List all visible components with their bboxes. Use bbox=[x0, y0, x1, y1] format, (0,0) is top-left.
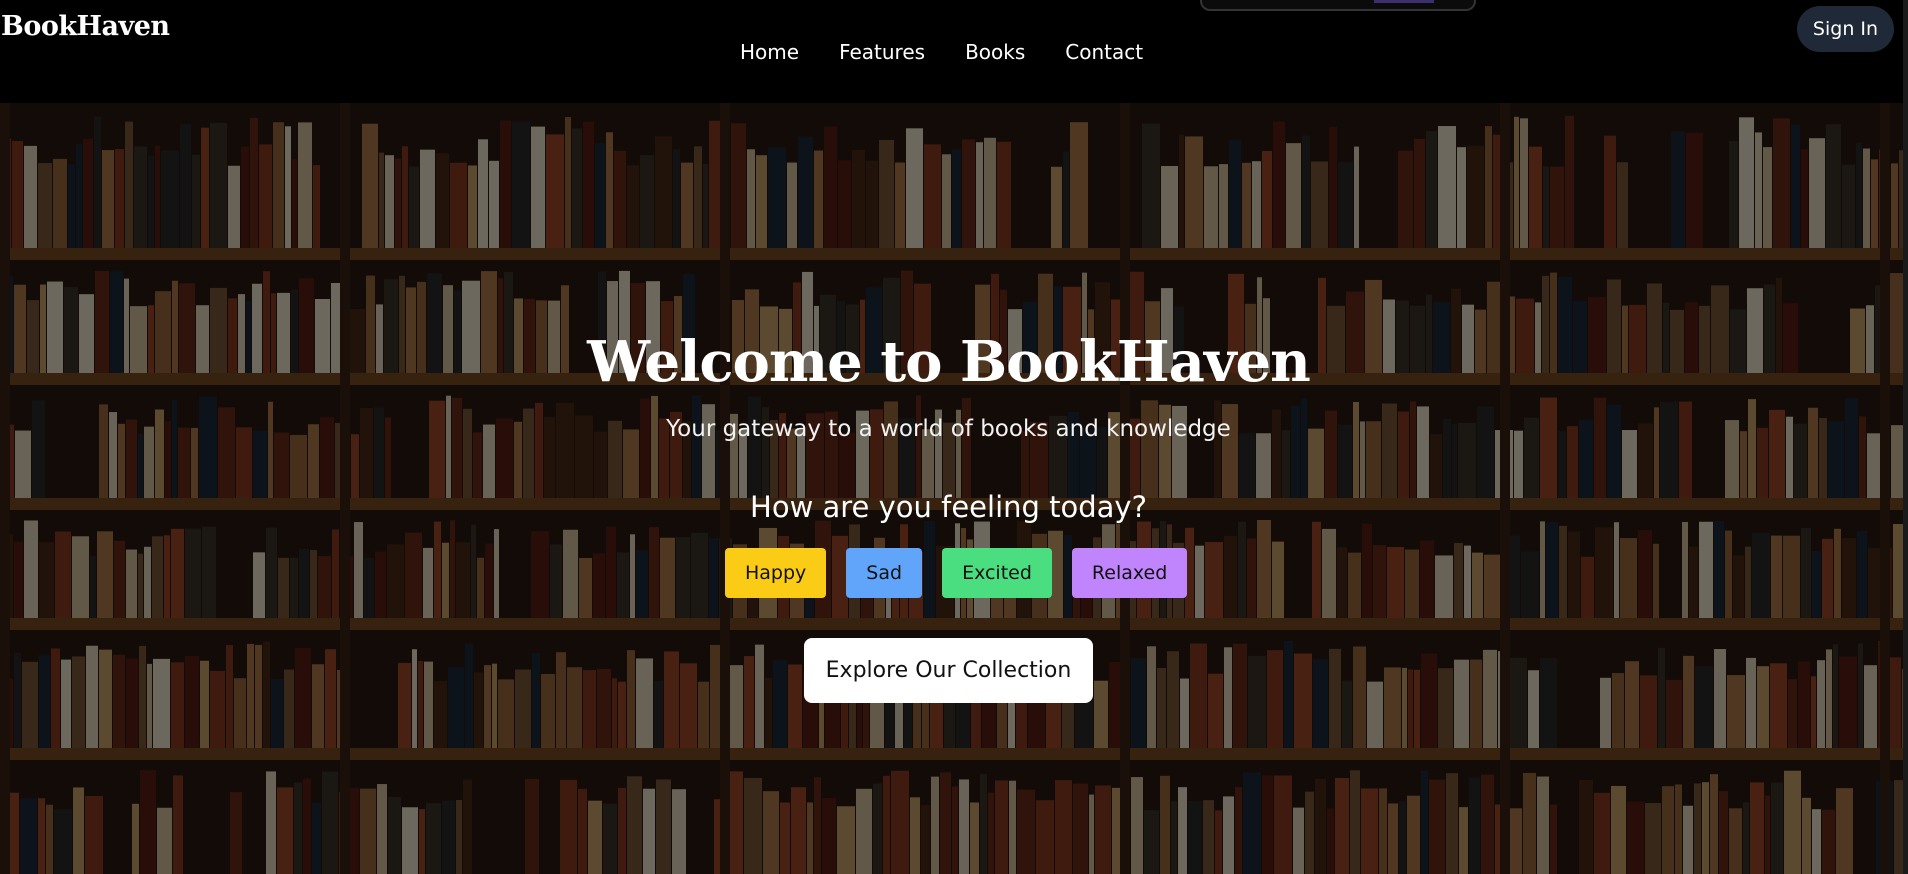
hero-title: Welcome to BookHaven bbox=[587, 329, 1311, 395]
hero-section: Welcome to BookHaven Your gateway to a w… bbox=[0, 103, 1908, 874]
header: BookHaven Home Features Books Contact Si… bbox=[0, 0, 1908, 103]
mood-excited-button[interactable]: Excited bbox=[942, 548, 1052, 598]
brand-logo[interactable]: BookHaven bbox=[1, 11, 170, 42]
sign-in-button[interactable]: Sign In bbox=[1797, 6, 1894, 52]
hero-content: Welcome to BookHaven Your gateway to a w… bbox=[0, 103, 1908, 874]
scrollbar[interactable] bbox=[1903, 0, 1908, 874]
mood-sad-button[interactable]: Sad bbox=[846, 548, 923, 598]
explore-collection-button[interactable]: Explore Our Collection bbox=[804, 638, 1093, 703]
nav-contact[interactable]: Contact bbox=[1065, 40, 1143, 64]
mood-relaxed-button[interactable]: Relaxed bbox=[1071, 548, 1188, 598]
nav-books[interactable]: Books bbox=[965, 40, 1025, 64]
mood-question: How are you feeling today? bbox=[750, 490, 1147, 524]
nav-home[interactable]: Home bbox=[740, 40, 799, 64]
partial-widget bbox=[1200, 0, 1476, 11]
mood-happy-button[interactable]: Happy bbox=[725, 548, 827, 598]
hero-subtitle: Your gateway to a world of books and kno… bbox=[666, 416, 1231, 442]
nav-features[interactable]: Features bbox=[839, 40, 925, 64]
mood-buttons: Happy Sad Excited Relaxed bbox=[725, 548, 1188, 598]
main-nav: Home Features Books Contact bbox=[740, 40, 1143, 64]
